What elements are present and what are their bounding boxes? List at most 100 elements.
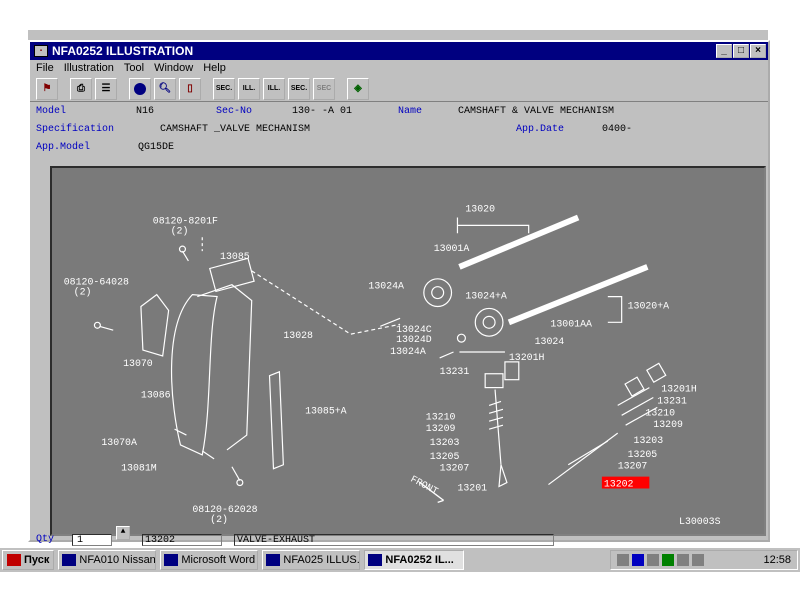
- desktop-area: [0, 572, 800, 600]
- tray-icon[interactable]: [692, 554, 704, 566]
- word-icon: [164, 554, 179, 566]
- label-13203: 13203: [430, 437, 460, 448]
- front-label: FRONT: [409, 474, 440, 498]
- label-13085a: 13085+A: [305, 405, 347, 416]
- taskbar: Пуск NFA010 Nissan... Microsoft Word NFA…: [0, 546, 800, 572]
- window-titlebar[interactable]: ▪ NFA0252 ILLUSTRATION _ □ ×: [30, 42, 768, 60]
- menubar: File Illustration Tool Window Help: [30, 60, 768, 76]
- prev-section-button[interactable]: SEC.: [213, 77, 235, 100]
- label-13028: 13028: [283, 330, 313, 341]
- next-illustration-button[interactable]: ILL.: [263, 77, 285, 100]
- menu-tool[interactable]: Tool: [124, 62, 144, 74]
- label-13209: 13209: [426, 423, 456, 434]
- language-icon[interactable]: [632, 554, 644, 566]
- exit-icon[interactable]: ⚑: [36, 77, 58, 100]
- help-icon[interactable]: ◈: [347, 77, 369, 100]
- qty-input[interactable]: 1: [72, 534, 112, 546]
- label-13209-2: 13209: [653, 419, 683, 430]
- appdate-label: App.Date: [516, 124, 565, 135]
- label-bolt-3-qty: (2): [210, 514, 228, 525]
- task-label: NFA010 Nissan...: [79, 554, 156, 566]
- model-label: Model: [36, 106, 67, 117]
- label-13024pa: 13024+A: [465, 291, 507, 302]
- tray-icon[interactable]: [617, 554, 629, 566]
- task-word[interactable]: Microsoft Word: [160, 550, 259, 570]
- windows-logo-icon: [7, 554, 21, 566]
- appmodel-label: App.Model: [36, 142, 91, 153]
- task-label: NFA0252 IL...: [385, 554, 454, 566]
- prev-illustration-button[interactable]: ILL.: [238, 77, 260, 100]
- task-label: NFA025 ILLUS...: [283, 554, 361, 566]
- minimize-button[interactable]: _: [716, 44, 732, 58]
- label-13207-2: 13207: [618, 461, 648, 472]
- label-13020a: 13020+A: [628, 300, 670, 311]
- list-icon[interactable]: ☰: [95, 77, 117, 100]
- ball-icon[interactable]: [129, 77, 151, 100]
- spec-label: Specification: [36, 124, 115, 135]
- next-section-button[interactable]: SEC.: [288, 77, 310, 100]
- print-icon[interactable]: ⎙: [70, 77, 92, 100]
- label-13024a: 13024A: [368, 281, 404, 292]
- window-title: NFA0252 ILLUSTRATION: [52, 44, 194, 58]
- label-bolt-1-qty: (2): [171, 225, 189, 236]
- name-value: CAMSHAFT & VALVE MECHANISM: [458, 106, 615, 117]
- task-label: Microsoft Word: [181, 554, 256, 566]
- part-desc-field: VALVE-EXHAUST: [234, 534, 554, 546]
- book-icon[interactable]: ▯: [179, 77, 201, 100]
- network-icon[interactable]: [662, 554, 674, 566]
- label-13020: 13020: [465, 204, 495, 215]
- label-13070: 13070: [123, 358, 153, 369]
- speaker-icon[interactable]: [677, 554, 689, 566]
- label-13024: 13024: [535, 336, 565, 347]
- appdate-value: 0400-: [602, 124, 633, 135]
- label-13086: 13086: [141, 389, 171, 400]
- highlight-label-13202[interactable]: 13202: [604, 479, 634, 490]
- appmodel-value: QG15DE: [138, 142, 175, 153]
- info-panel: Model N16 Sec-No 130- -A 01 Name CAMSHAF…: [30, 102, 768, 164]
- label-13205: 13205: [430, 451, 460, 462]
- label-13001aa: 13001AA: [550, 318, 592, 329]
- model-value: N16: [136, 106, 155, 117]
- label-13085: 13085: [220, 251, 250, 262]
- spec-value: CAMSHAFT _VALVE MECHANISM: [160, 124, 311, 135]
- close-button[interactable]: ×: [750, 44, 766, 58]
- task-nfa025[interactable]: NFA025 ILLUS...: [262, 550, 361, 570]
- toolbar: ⚑ ⎙ ☰ 🔍︎ ▯ SEC. ILL. ILL. SEC. SEC ◈: [30, 76, 768, 102]
- label-13081m: 13081M: [121, 463, 157, 474]
- label-13210: 13210: [426, 411, 456, 422]
- menu-file[interactable]: File: [36, 62, 54, 74]
- parts-diagram: 08120-8201F (2) 08120-64028 (2) 08120-62…: [64, 204, 721, 528]
- illustration-window: ▪ NFA0252 ILLUSTRATION _ □ × File Illust…: [28, 40, 770, 542]
- label-13203-2: 13203: [634, 435, 664, 446]
- start-label: Пуск: [24, 554, 50, 566]
- label-13070a: 13070A: [101, 437, 137, 448]
- label-13024a-2: 13024A: [390, 346, 426, 357]
- qty-spinner[interactable]: ▲: [116, 526, 130, 540]
- task-nfa010[interactable]: NFA010 Nissan...: [58, 550, 157, 570]
- name-label: Name: [398, 106, 423, 117]
- app-icon: [368, 554, 383, 566]
- tray-icon[interactable]: [647, 554, 659, 566]
- start-button[interactable]: Пуск: [2, 550, 55, 570]
- secno-label: Sec-No: [216, 106, 253, 117]
- menu-help[interactable]: Help: [203, 62, 226, 74]
- label-13231: 13231: [440, 366, 470, 377]
- label-13201: 13201: [457, 482, 487, 493]
- part-number-field: 13202: [142, 534, 222, 546]
- label-13210-2: 13210: [645, 407, 675, 418]
- illustration-canvas[interactable]: 08120-8201F (2) 08120-64028 (2) 08120-62…: [50, 166, 766, 536]
- search-icon[interactable]: 🔍︎: [154, 77, 176, 100]
- label-13231-2: 13231: [657, 395, 687, 406]
- task-nfa0252[interactable]: NFA0252 IL...: [364, 550, 465, 570]
- qty-label: Qty: [36, 534, 55, 545]
- label-13001a: 13001A: [434, 243, 470, 254]
- section-button-disabled[interactable]: SEC: [313, 77, 335, 100]
- system-tray: 12:58: [610, 550, 798, 570]
- clock[interactable]: 12:58: [763, 554, 791, 566]
- menu-window[interactable]: Window: [154, 62, 193, 74]
- menu-illustration[interactable]: Illustration: [64, 62, 114, 74]
- label-13024d: 13024D: [396, 334, 432, 345]
- maximize-button[interactable]: □: [733, 44, 749, 58]
- app-icon: ▪: [34, 45, 48, 57]
- app-icon: [62, 554, 77, 566]
